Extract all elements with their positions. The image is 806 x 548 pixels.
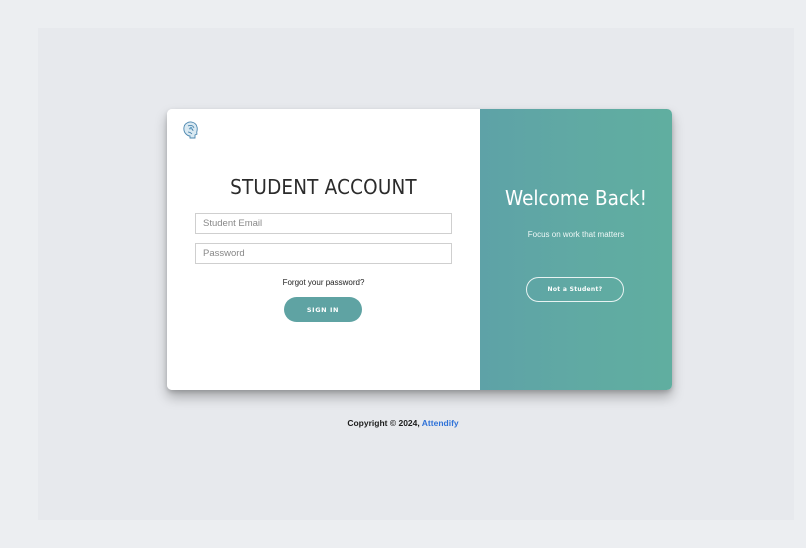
- copyright-text: Copyright © 2024,: [347, 418, 420, 428]
- welcome-panel: Welcome Back! Focus on work that matters…: [480, 109, 672, 390]
- login-card: STUDENT ACCOUNT Forgot your password? SI…: [167, 109, 672, 390]
- welcome-heading: Welcome Back!: [504, 186, 648, 210]
- password-field[interactable]: [195, 243, 452, 264]
- email-field[interactable]: [195, 213, 452, 234]
- forgot-password-link[interactable]: Forgot your password?: [167, 278, 480, 287]
- welcome-tagline: Focus on work that matters: [527, 230, 625, 239]
- footer: Copyright © 2024, Attendify: [0, 418, 806, 428]
- student-head-logo-icon: [182, 120, 200, 140]
- sign-in-button[interactable]: SIGN IN: [284, 297, 362, 322]
- page-title: STUDENT ACCOUNT: [230, 175, 417, 199]
- not-a-student-button[interactable]: Not a Student?: [526, 277, 624, 302]
- attendify-link[interactable]: Attendify: [422, 418, 459, 428]
- page: STUDENT ACCOUNT Forgot your password? SI…: [0, 0, 806, 548]
- login-form-panel: STUDENT ACCOUNT Forgot your password? SI…: [167, 109, 480, 390]
